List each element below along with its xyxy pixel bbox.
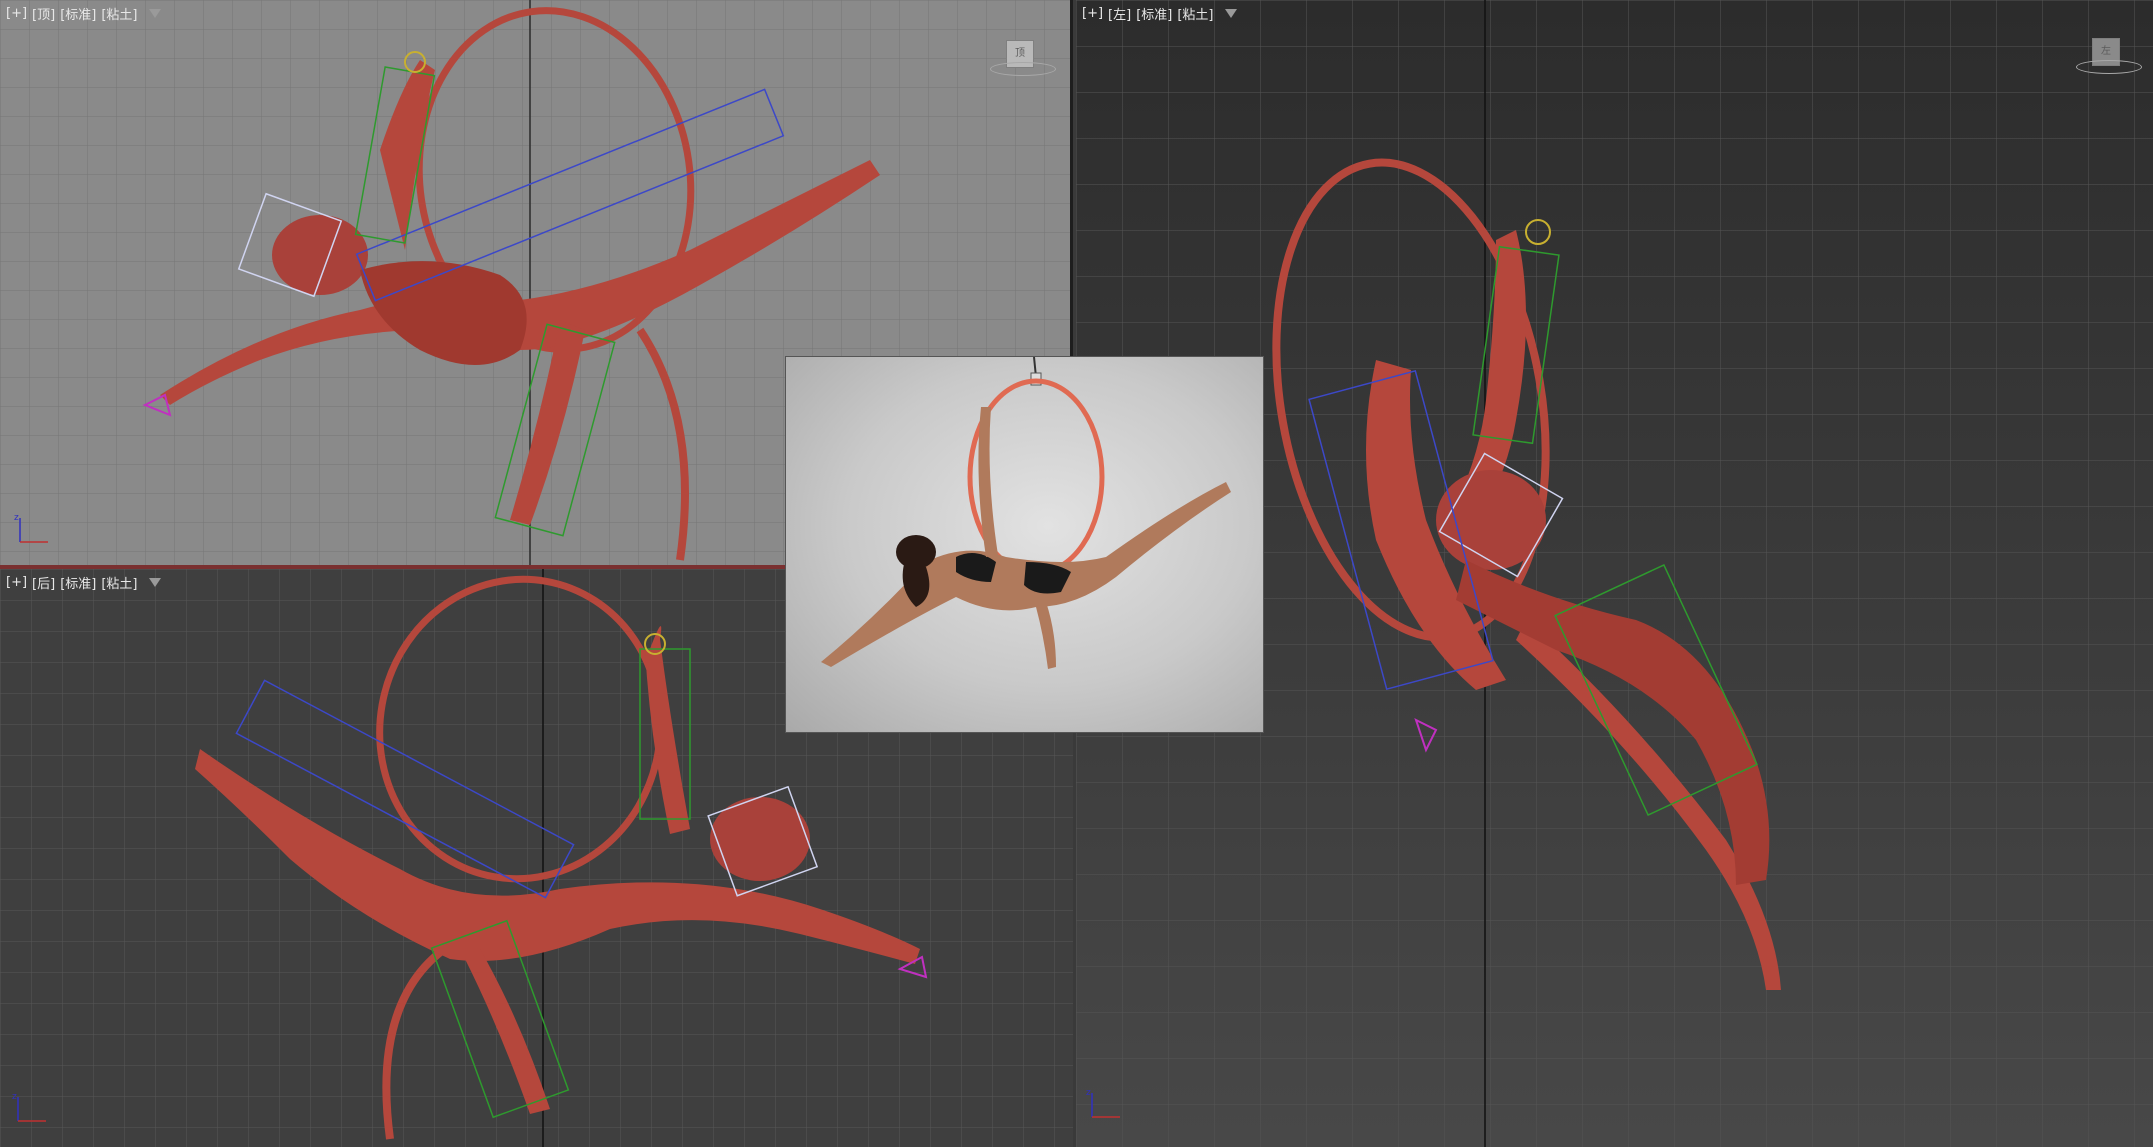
viewport-menu-plus[interactable]: [+] (1082, 6, 1103, 21)
viewport-menu-shading[interactable]: [标准] (60, 4, 96, 23)
funnel-icon[interactable] (1224, 9, 1237, 18)
viewport-menu-material[interactable]: [粘土] (1177, 4, 1213, 23)
viewport-label-back[interactable]: [+] [后] [标准] [粘土] (6, 573, 161, 592)
axis-tripod-icon: z (1086, 1088, 1120, 1118)
viewcube-ring (2076, 60, 2142, 74)
viewport-menu-view[interactable]: [后] (32, 573, 55, 592)
axis-tripod-icon: z (12, 1092, 46, 1122)
funnel-icon[interactable] (148, 9, 161, 18)
viewport-label-left[interactable]: [+] [左] [标准] [粘土] (1082, 4, 1237, 23)
viewport-menu-material[interactable]: [粘土] (101, 4, 137, 23)
funnel-icon[interactable] (148, 578, 161, 587)
viewport-menu-shading[interactable]: [标准] (60, 573, 96, 592)
viewport-menu-plus[interactable]: [+] (6, 6, 27, 21)
svg-text:z: z (12, 1092, 17, 1102)
viewport-menu-view[interactable]: [顶] (32, 4, 55, 23)
viewcube-icon[interactable]: 左 (2076, 38, 2142, 74)
viewport-menu-material[interactable]: [粘土] (101, 573, 137, 592)
viewport-menu-shading[interactable]: [标准] (1136, 4, 1172, 23)
aerial-hoop-performer-image (821, 356, 1231, 669)
viewport-menu-plus[interactable]: [+] (6, 575, 27, 590)
svg-text:z: z (14, 513, 19, 523)
axis-tripod-icon: z (14, 513, 48, 543)
viewcube-icon[interactable]: 顶 (990, 40, 1056, 76)
viewport-menu-view[interactable]: [左] (1108, 4, 1131, 23)
svg-text:z: z (1086, 1088, 1091, 1098)
reference-photo[interactable] (785, 356, 1264, 733)
viewport-label-top[interactable]: [+] [顶] [标准] [粘土] (6, 4, 161, 23)
viewcube-ring (990, 62, 1056, 76)
